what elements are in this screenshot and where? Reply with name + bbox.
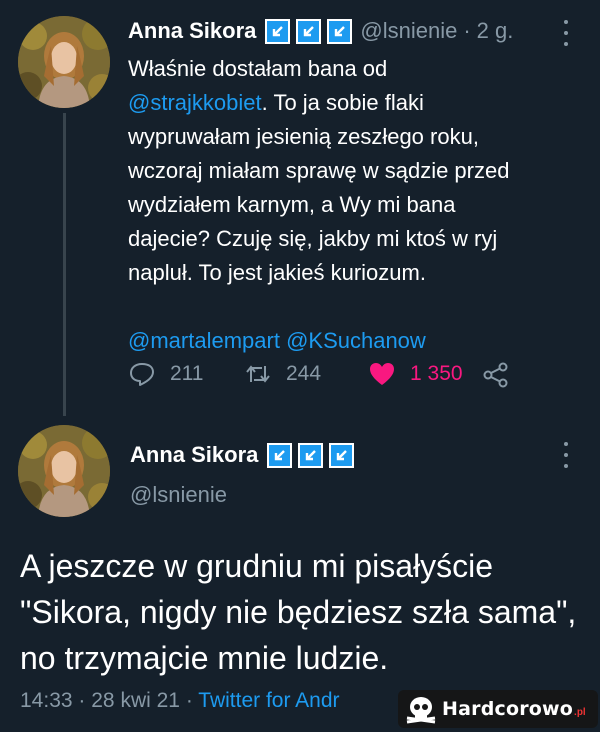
tweet-text: Właśnie dostałam bana od @strajkkobiet. … bbox=[128, 52, 578, 290]
tweet-1[interactable]: Anna Sikora @lsnienie · 2 g. Właśnie dos… bbox=[128, 14, 578, 358]
separator: · bbox=[78, 689, 86, 712]
mention-link[interactable]: @strajkkobiet bbox=[128, 90, 262, 115]
separator: · bbox=[185, 689, 193, 712]
tweet-2-header: Anna Sikora bbox=[130, 438, 355, 472]
avatar-photo bbox=[18, 16, 110, 108]
avatar[interactable] bbox=[18, 425, 110, 517]
verified-badge-icon bbox=[265, 18, 291, 44]
verified-badge-icon bbox=[267, 442, 293, 468]
avatar[interactable] bbox=[18, 16, 110, 108]
retweet-icon bbox=[246, 365, 270, 383]
like-button[interactable]: 1 350 bbox=[368, 360, 463, 388]
client-link[interactable]: Twitter for Andr bbox=[198, 689, 339, 712]
separator: · bbox=[463, 18, 471, 43]
watermark-text: Hardcorowo bbox=[442, 698, 574, 720]
tweet-text-line: wypruwałam jesienią zeszłego roku, bbox=[128, 124, 479, 149]
mention-link[interactable]: @martalempart bbox=[128, 328, 280, 353]
like-count: 1 350 bbox=[410, 362, 463, 385]
heart-icon bbox=[370, 363, 394, 385]
mentions-line: @martalempart @KSuchanow bbox=[128, 324, 578, 358]
author-name[interactable]: Anna Sikora bbox=[128, 18, 256, 44]
reply-icon bbox=[130, 363, 154, 386]
verified-badge-icon bbox=[327, 18, 353, 44]
more-icon[interactable] bbox=[560, 20, 572, 46]
watermark-tld: .pl bbox=[574, 706, 586, 718]
verified-badge-icon bbox=[298, 442, 324, 468]
author-handle[interactable]: @lsnienie bbox=[360, 18, 457, 44]
retweet-count: 244 bbox=[286, 362, 322, 385]
share-icon bbox=[483, 362, 508, 388]
mention-link[interactable]: @KSuchanow bbox=[286, 328, 426, 353]
skull-icon bbox=[406, 697, 436, 724]
reply-count: 211 bbox=[170, 362, 204, 385]
tweet-text-line: @strajkkobiet. To ja sobie flaki bbox=[128, 90, 424, 115]
author-name[interactable]: Anna Sikora bbox=[130, 442, 258, 468]
avatar-photo bbox=[18, 425, 110, 517]
more-icon[interactable] bbox=[560, 442, 572, 468]
tweet-header: Anna Sikora @lsnienie · 2 g. bbox=[128, 14, 578, 48]
tweet-meta: 14:33 · 28 kwi 21 · Twitter for Andr bbox=[20, 689, 340, 713]
tweet-text-line: dajecie? Czuję się, jakby mi ktoś w ryj bbox=[128, 226, 498, 251]
verified-badges bbox=[267, 442, 355, 468]
tweet-actions: 211 244 1 350 bbox=[128, 358, 548, 392]
tweet-text-line: napluł. To jest jakieś kuriozum. bbox=[128, 260, 426, 285]
tweet-time[interactable]: 2 g. bbox=[477, 18, 514, 44]
thread-line bbox=[63, 113, 66, 416]
tweet-time[interactable]: 14:33 bbox=[20, 689, 73, 712]
share-button[interactable] bbox=[482, 361, 524, 389]
author-handle[interactable]: @lsnienie bbox=[130, 482, 227, 508]
tweet-text-line: Właśnie dostałam bana od bbox=[128, 56, 388, 81]
tweet-text-line: wczoraj miałam sprawę w sądzie przed bbox=[128, 158, 510, 183]
tweet-text-line: wydziałem karnym, a Wy mi bana bbox=[128, 192, 456, 217]
verified-badges bbox=[265, 18, 353, 44]
reply-button[interactable]: 211 bbox=[128, 360, 203, 388]
tweet-2-text: A jeszcze w grudniu mi pisałyście "Sikor… bbox=[20, 548, 577, 676]
verified-badge-icon bbox=[329, 442, 355, 468]
retweet-button[interactable]: 244 bbox=[244, 360, 321, 388]
tweet-date[interactable]: 28 kwi 21 bbox=[91, 689, 180, 712]
verified-badge-icon bbox=[296, 18, 322, 44]
watermark: Hardcorowo .pl bbox=[398, 690, 598, 728]
